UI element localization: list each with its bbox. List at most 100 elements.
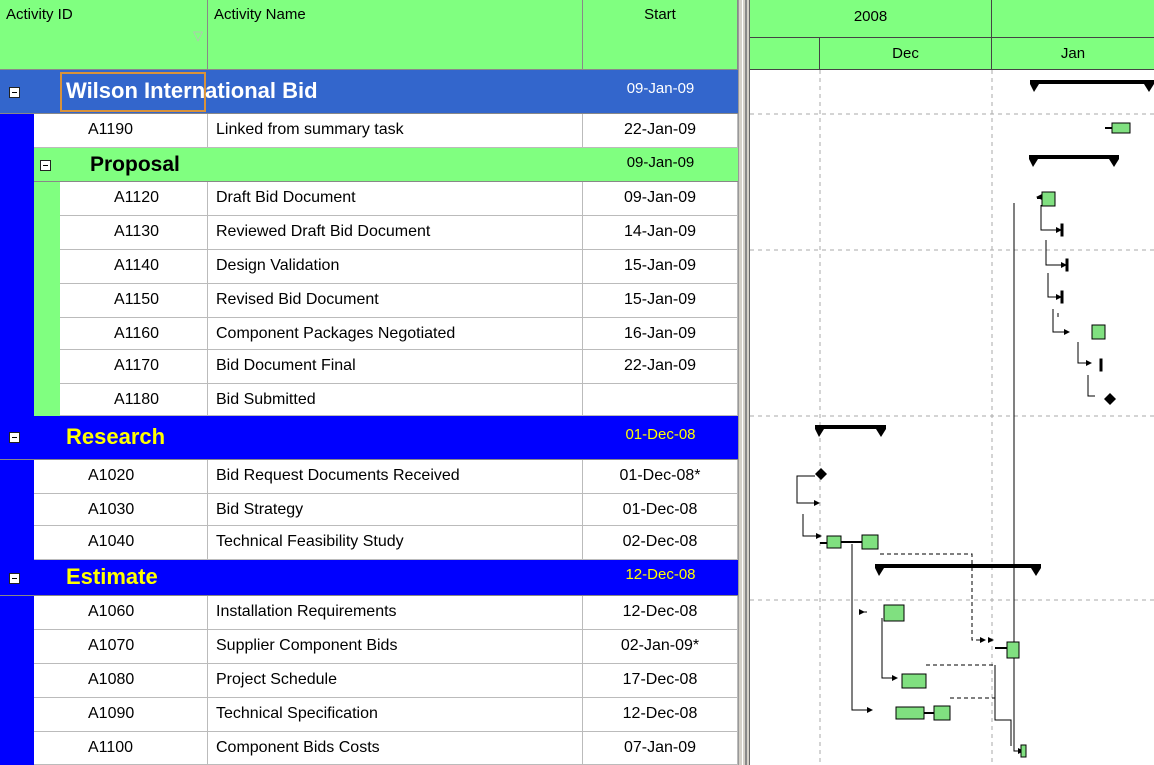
collapse-icon[interactable]	[40, 160, 51, 171]
activity-start-cell: 12-Dec-08	[583, 698, 738, 732]
activity-id-cell: A1080	[34, 664, 208, 698]
timescale-month-dec: Dec	[820, 38, 992, 70]
activity-start-cell: 15-Jan-09	[583, 250, 738, 284]
activity-id-cell: A1180	[60, 384, 208, 416]
activity-row-a1060[interactable]: A1060 Installation Requirements 12-Dec-0…	[0, 596, 738, 630]
activity-bar-a1060	[883, 604, 905, 622]
activity-row-a1080[interactable]: A1080 Project Schedule 17-Dec-08	[0, 664, 738, 698]
relationship-arrowhead	[867, 707, 873, 713]
activity-bar-a1070	[1006, 641, 1020, 659]
relationship-arrowhead	[859, 609, 865, 615]
activity-row-a1170[interactable]: A1170 Bid Document Final 22-Jan-09	[0, 350, 738, 384]
group-row-research[interactable]: Research 01-Dec-08	[0, 416, 738, 460]
relationship-line	[994, 665, 1012, 746]
activity-bar-a1170	[1099, 358, 1103, 372]
relationship-arrowhead	[1064, 329, 1070, 335]
activity-row-a1100[interactable]: A1100 Component Bids Costs 07-Jan-09	[0, 732, 738, 765]
activity-name-cell: Project Schedule	[208, 664, 583, 698]
activity-name-cell: Linked from summary task	[208, 114, 583, 148]
activity-id-cell: A1100	[34, 732, 208, 765]
activity-bar-a1130	[1060, 223, 1064, 237]
gantt-chart[interactable]: 2008 Dec Jan	[750, 0, 1154, 765]
activity-id-cell: A1090	[34, 698, 208, 732]
milestone-a1180	[1104, 393, 1116, 405]
group-row-wilson[interactable]: Wilson International Bid 09-Jan-09	[0, 70, 738, 114]
activity-bar-a1080	[901, 673, 927, 689]
activity-name-cell: Reviewed Draft Bid Document	[208, 216, 583, 250]
timescale-month-prev	[750, 38, 820, 70]
column-header-activity-name[interactable]: Activity Name	[208, 0, 583, 70]
group-name: Research	[66, 424, 166, 449]
activity-bar-a1090-1	[895, 706, 925, 720]
group-row-estimate[interactable]: Estimate 12-Dec-08	[0, 560, 738, 596]
activity-row-a1040[interactable]: A1040 Technical Feasibility Study 02-Dec…	[0, 526, 738, 560]
activity-start-cell: 14-Jan-09	[583, 216, 738, 250]
group-start: 12-Dec-08	[625, 566, 696, 583]
group-row-proposal[interactable]: Proposal 09-Jan-09	[34, 148, 738, 182]
relationship-line	[1087, 375, 1095, 397]
activity-bar-a1100	[1020, 744, 1027, 758]
activity-name-cell: Technical Specification	[208, 698, 583, 732]
activity-row-a1150[interactable]: A1150 Revised Bid Document 15-Jan-09	[0, 284, 738, 318]
activity-name-cell: Bid Submitted	[208, 384, 583, 416]
timescale-year-next	[992, 0, 1154, 38]
relationship-line	[1047, 273, 1056, 298]
collapse-icon[interactable]	[9, 432, 20, 443]
activity-row-a1190[interactable]: A1190 Linked from summary task 22-Jan-09	[0, 114, 738, 148]
activity-bar-a1040-1	[826, 535, 842, 549]
relationship-arrowhead	[814, 500, 820, 506]
activity-start-cell: 01-Dec-08	[583, 494, 738, 526]
relationship-arrowhead	[988, 637, 994, 643]
timescale-month-label: Jan	[1060, 45, 1086, 62]
activity-id-cell: A1140	[60, 250, 208, 284]
activity-id-cell: A1130	[60, 216, 208, 250]
activity-name-cell: Design Validation	[208, 250, 583, 284]
activity-bar-a1040-2	[861, 534, 879, 550]
activity-row-a1030[interactable]: A1030 Bid Strategy 01-Dec-08	[0, 494, 738, 526]
activity-id-cell: A1150	[60, 284, 208, 318]
activity-id-cell: A1040	[34, 526, 208, 560]
relationship-line	[1013, 203, 1018, 752]
activity-name-cell: Component Packages Negotiated	[208, 318, 583, 350]
relationship-arrowhead	[816, 533, 822, 539]
pane-splitter[interactable]	[738, 0, 750, 765]
group-name: Wilson International Bid	[66, 78, 318, 103]
activity-row-a1130[interactable]: A1130 Reviewed Draft Bid Document 14-Jan…	[0, 216, 738, 250]
group-name: Proposal	[90, 153, 180, 176]
activity-row-a1160[interactable]: A1160 Component Packages Negotiated 16-J…	[0, 318, 738, 350]
collapse-icon[interactable]	[9, 87, 20, 98]
activity-name-cell: Bid Request Documents Received	[208, 460, 583, 494]
activity-id-cell: A1030	[34, 494, 208, 526]
group-name: Estimate	[66, 564, 158, 589]
relationship-line	[851, 544, 867, 711]
activity-row-a1120[interactable]: A1120 Draft Bid Document 09-Jan-09	[0, 182, 738, 216]
relationship-line	[881, 618, 892, 679]
relationship-line	[1052, 309, 1064, 333]
column-header-label: Activity Name	[214, 6, 306, 23]
relationship-arrowhead	[980, 637, 986, 643]
activity-row-a1140[interactable]: A1140 Design Validation 15-Jan-09	[0, 250, 738, 284]
column-header-activity-id[interactable]: Activity ID ▽	[0, 0, 208, 70]
activity-bar-a1150	[1060, 290, 1064, 304]
activity-row-a1180[interactable]: A1180 Bid Submitted	[0, 384, 738, 416]
activity-start-cell: 15-Jan-09	[583, 284, 738, 318]
activity-start-cell: 09-Jan-09	[583, 182, 738, 216]
activity-row-a1070[interactable]: A1070 Supplier Component Bids 02-Jan-09*	[0, 630, 738, 664]
group-start: 09-Jan-09	[626, 154, 695, 171]
activity-bar-a1140	[1065, 258, 1069, 272]
activity-name-cell: Installation Requirements	[208, 596, 583, 630]
column-header-start[interactable]: Start	[583, 0, 738, 70]
summary-bar-estimate	[875, 564, 1041, 576]
activity-id-cell: A1060	[34, 596, 208, 630]
activity-id-cell: A1170	[60, 350, 208, 384]
activity-row-a1090[interactable]: A1090 Technical Specification 12-Dec-08	[0, 698, 738, 732]
activity-name-cell: Bid Document Final	[208, 350, 583, 384]
activity-bar-a1190	[1111, 122, 1131, 134]
sort-arrow-icon[interactable]: ▽	[193, 28, 203, 44]
timescale-month-label: Dec	[892, 45, 919, 62]
collapse-icon[interactable]	[9, 573, 20, 584]
activity-row-a1020[interactable]: A1020 Bid Request Documents Received 01-…	[0, 460, 738, 494]
activity-id-cell: A1020	[34, 460, 208, 494]
activity-name-cell: Technical Feasibility Study	[208, 526, 583, 560]
milestone-a1020	[815, 468, 827, 480]
